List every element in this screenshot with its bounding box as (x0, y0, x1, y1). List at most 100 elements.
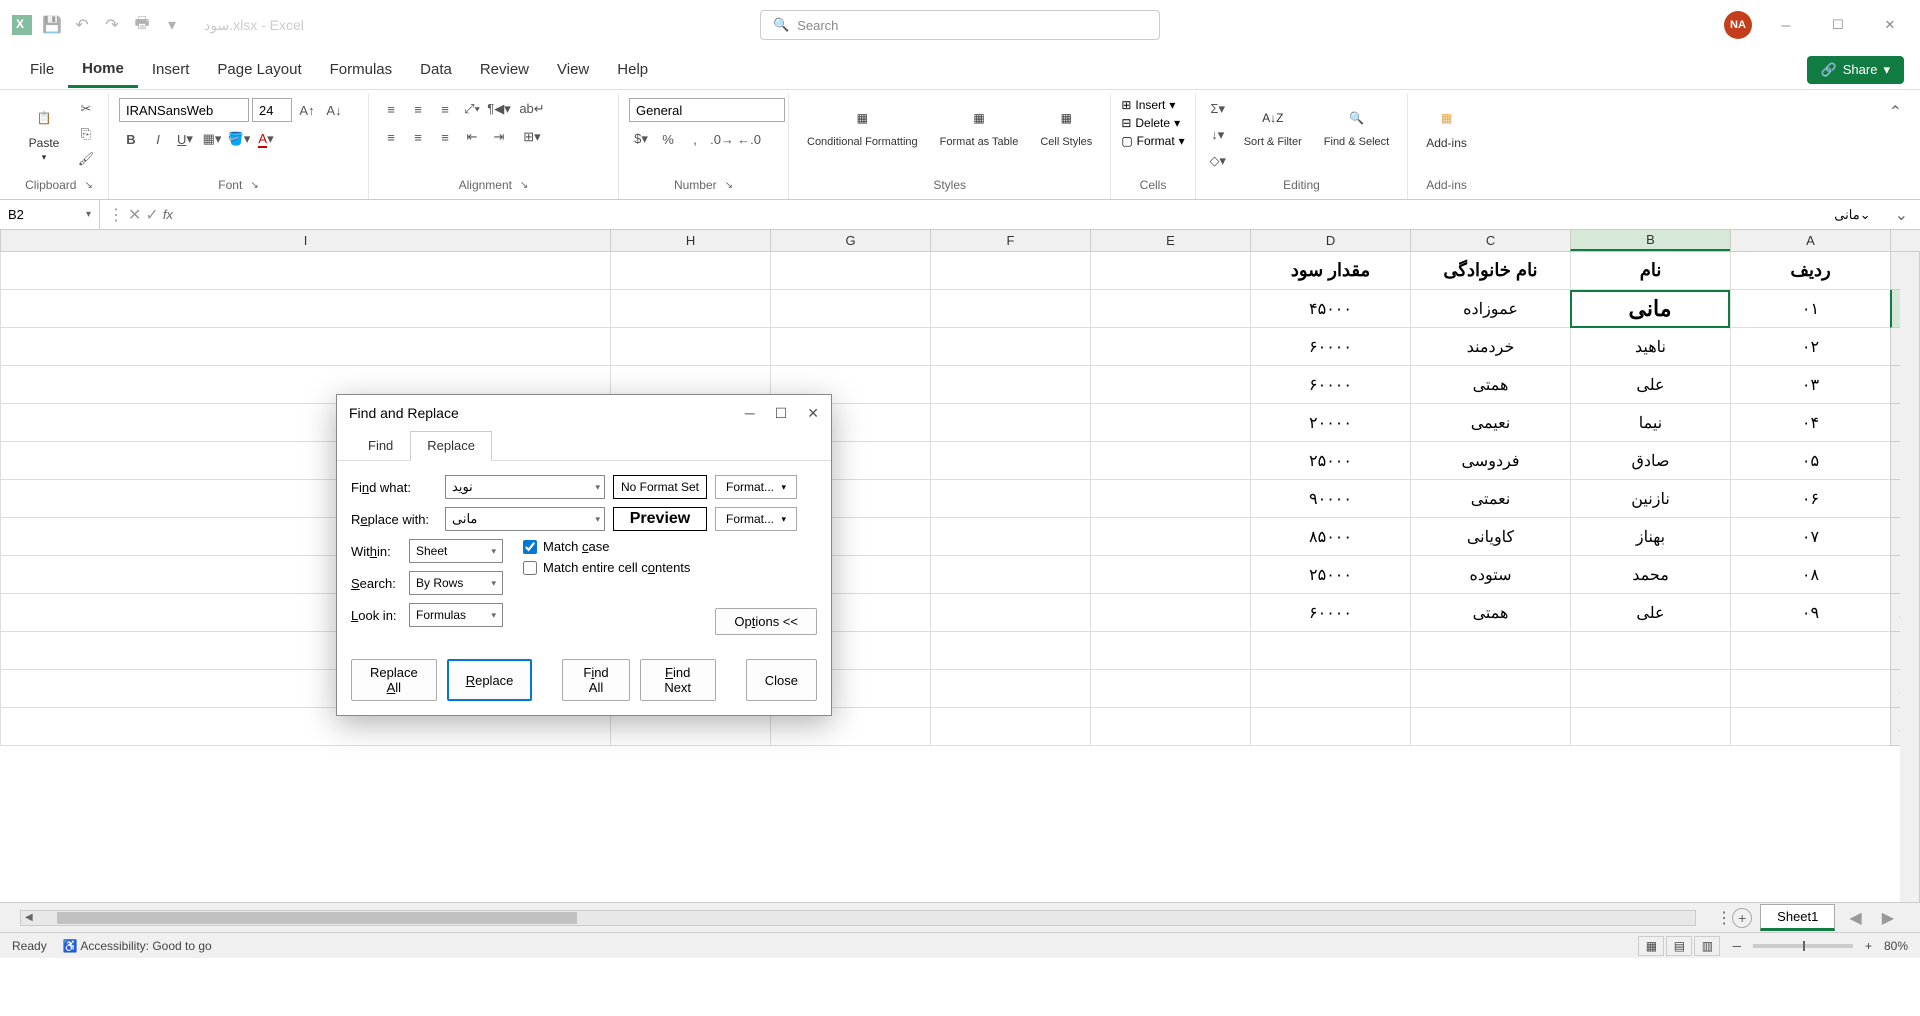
sort-filter-button[interactable]: A↓ZSort & Filter (1236, 98, 1310, 152)
find-what-input[interactable]: نوید (445, 475, 605, 499)
align-left-button[interactable]: ≡ (379, 126, 403, 148)
user-avatar[interactable]: NA (1724, 11, 1752, 39)
cell[interactable]: نعمتی (1410, 480, 1570, 518)
select-all-corner[interactable] (1890, 230, 1920, 251)
cell[interactable] (1090, 556, 1250, 594)
cell[interactable] (610, 328, 770, 366)
options-button[interactable]: Options << (715, 608, 817, 635)
fill-color-button[interactable]: 🪣▾ (227, 128, 251, 150)
cell[interactable] (770, 252, 930, 290)
replace-all-button[interactable]: Replace All (351, 659, 437, 701)
cell[interactable] (1090, 670, 1250, 708)
enter-formula-icon[interactable]: ✓ (145, 205, 158, 225)
cell[interactable] (1090, 594, 1250, 632)
cell[interactable]: ۲۰۰۰۰ (1250, 404, 1410, 442)
align-right-button[interactable]: ≡ (433, 126, 457, 148)
cell[interactable]: ۰۶ (1730, 480, 1890, 518)
replace-format-button[interactable]: Format...▾ (715, 507, 797, 531)
copy-button[interactable]: ⎘ (74, 123, 98, 145)
alignment-launcher[interactable]: ↘ (520, 180, 528, 191)
cell[interactable]: ۲۵۰۰۰ (1250, 442, 1410, 480)
cell[interactable]: همتی (1410, 594, 1570, 632)
accessibility-status[interactable]: ♿ Accessibility: Good to go (63, 939, 212, 953)
page-break-view-button[interactable]: ▥ (1694, 936, 1720, 956)
cell[interactable]: علی (1570, 594, 1730, 632)
cell[interactable] (930, 366, 1090, 404)
increase-indent-button[interactable]: ⇥ (487, 126, 511, 148)
tab-view[interactable]: View (543, 53, 603, 86)
cell[interactable]: ۰۴ (1730, 404, 1890, 442)
cell[interactable] (1250, 670, 1410, 708)
cell[interactable]: ستوده (1410, 556, 1570, 594)
cell[interactable] (1090, 404, 1250, 442)
undo-icon[interactable]: ↶ (72, 15, 92, 35)
cell[interactable]: ۰۹ (1730, 594, 1890, 632)
cell[interactable] (610, 252, 770, 290)
fx-icon[interactable]: fx (163, 207, 173, 222)
comma-button[interactable]: , (683, 128, 707, 150)
cell[interactable] (0, 252, 610, 290)
cell[interactable] (1250, 632, 1410, 670)
lookin-select[interactable]: Formulas (409, 603, 503, 627)
cell[interactable]: ۲۵۰۰۰ (1250, 556, 1410, 594)
cell[interactable]: علی (1570, 366, 1730, 404)
cell[interactable]: ۰۵ (1730, 442, 1890, 480)
cell[interactable] (1090, 290, 1250, 328)
dialog-maximize-icon[interactable]: ☐ (775, 405, 788, 422)
col-header-d[interactable]: D (1250, 230, 1410, 251)
cell[interactable] (0, 290, 610, 328)
qat-dropdown-icon[interactable]: ▾ (162, 15, 182, 35)
format-as-table-button[interactable]: ▦Format as Table (932, 98, 1027, 152)
search-select[interactable]: By Rows (409, 571, 503, 595)
cell[interactable]: ۰۷ (1730, 518, 1890, 556)
number-format-select[interactable] (629, 98, 785, 122)
add-sheet-button[interactable]: + (1732, 908, 1752, 928)
number-launcher[interactable]: ↘ (725, 180, 733, 191)
zoom-slider[interactable] (1753, 944, 1853, 948)
cell[interactable]: ۶۰۰۰۰ (1250, 366, 1410, 404)
cell[interactable] (1410, 708, 1570, 746)
align-center-button[interactable]: ≡ (406, 126, 430, 148)
cell[interactable] (1090, 632, 1250, 670)
format-cells-button[interactable]: ▢Format ▾ (1121, 134, 1184, 148)
increase-decimal-button[interactable]: .0→ (710, 128, 734, 150)
paste-button[interactable]: 📋 Paste ▾ (20, 98, 68, 167)
collapse-ribbon-button[interactable]: ⌃ (1881, 94, 1910, 199)
cell[interactable]: ۸۵۰۰۰ (1250, 518, 1410, 556)
page-layout-view-button[interactable]: ▤ (1666, 936, 1692, 956)
underline-button[interactable]: U▾ (173, 128, 197, 150)
cell[interactable] (1570, 708, 1730, 746)
search-input[interactable]: 🔍 Search (760, 10, 1160, 40)
zoom-out-button[interactable]: ─ (1732, 939, 1741, 953)
cell[interactable]: ۰۲ (1730, 328, 1890, 366)
cell[interactable]: نیما (1570, 404, 1730, 442)
spreadsheet-grid[interactable]: A B C D E F G H I 12345678910111213 ردیف… (0, 230, 1920, 902)
cell[interactable] (930, 252, 1090, 290)
within-select[interactable]: Sheet (409, 539, 503, 563)
cell[interactable] (1090, 480, 1250, 518)
tab-insert[interactable]: Insert (138, 53, 204, 86)
addins-button[interactable]: ▦Add-ins (1418, 98, 1475, 154)
print-icon[interactable]: 🖶 (132, 15, 152, 35)
conditional-formatting-button[interactable]: ▦Conditional Formatting (799, 98, 926, 152)
decrease-indent-button[interactable]: ⇤ (460, 126, 484, 148)
expand-formula-bar[interactable]: ⌄ (1883, 205, 1920, 225)
cell[interactable]: خردمند (1410, 328, 1570, 366)
cell[interactable] (930, 518, 1090, 556)
cell[interactable] (1090, 328, 1250, 366)
cell[interactable]: ردیف (1730, 252, 1890, 290)
cell[interactable] (1090, 442, 1250, 480)
cell[interactable]: صادق (1570, 442, 1730, 480)
fill-button[interactable]: ↓▾ (1206, 124, 1230, 146)
normal-view-button[interactable]: ▦ (1638, 936, 1664, 956)
cell[interactable] (610, 290, 770, 328)
save-icon[interactable]: 💾 (42, 15, 62, 35)
autosum-button[interactable]: Σ▾ (1206, 98, 1230, 120)
cell[interactable] (1570, 632, 1730, 670)
insert-cells-button[interactable]: ⊞Insert ▾ (1121, 98, 1184, 112)
cell[interactable]: ۰۳ (1730, 366, 1890, 404)
dialog-minimize-icon[interactable]: ─ (745, 405, 755, 422)
cell[interactable] (1410, 632, 1570, 670)
match-entire-checkbox[interactable]: Match entire cell contents (523, 560, 690, 575)
bold-button[interactable]: B (119, 128, 143, 150)
